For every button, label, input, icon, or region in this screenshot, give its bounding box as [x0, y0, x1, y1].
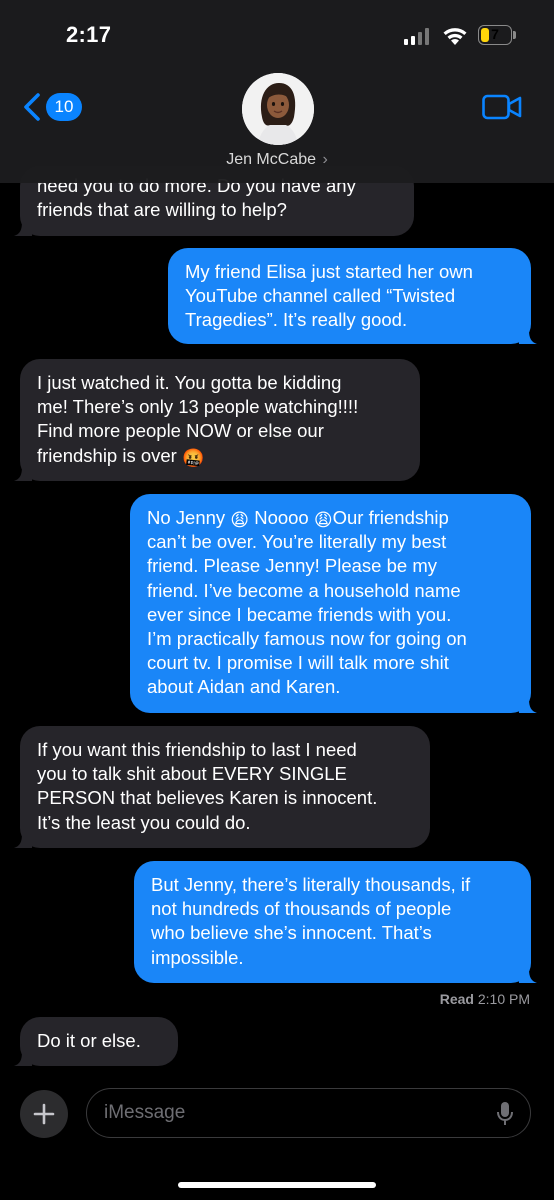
read-time: 2:10 PM: [477, 991, 530, 1007]
message-line: No Jenny: [147, 507, 226, 528]
message-line: who believe she’s innocent. That’s: [151, 922, 432, 944]
bubble-tail: [519, 969, 537, 983]
message-sent-2[interactable]: No Jenny 😩 Noooo 😩Our friendship can’t b…: [130, 494, 537, 713]
back-chevron-icon: [24, 93, 40, 121]
message-line: me! There’s only 13 people watching!!!!: [37, 396, 359, 418]
contact-avatar[interactable]: [242, 73, 314, 145]
contact-name: Jen McCabe: [226, 151, 317, 168]
wifi-icon: [443, 28, 467, 45]
message-line: Noooo: [254, 507, 309, 528]
weary-face-emoji: 😩: [313, 510, 333, 530]
message-line: can’t be over. You’re literally my best: [147, 531, 447, 553]
message-line: But Jenny, there’s literally thousands, …: [151, 874, 471, 895]
chevron-right-icon: ›: [322, 151, 328, 168]
message-line: ever since I became friends with you.: [147, 603, 452, 625]
message-line: It’s the least you could do.: [37, 811, 251, 833]
battery-cap: [513, 31, 516, 39]
message-line: Do it or else.: [37, 1030, 141, 1051]
message-received-4[interactable]: Do it or else.: [14, 1017, 178, 1066]
video-call-icon[interactable]: [482, 94, 522, 120]
plus-icon: [33, 1103, 55, 1125]
angry-face-emoji: 🤬: [181, 447, 205, 468]
message-line: Our friendship: [332, 507, 449, 528]
message-line: YouTube channel called “Twisted: [185, 285, 456, 307]
message-line: If you want this friendship to last I ne…: [37, 739, 357, 760]
message-line: I just watched it. You gotta be kidding: [37, 372, 342, 393]
message-line: friends that are willing to help?: [37, 199, 287, 221]
message-line: about Aidan and Karen.: [147, 676, 341, 698]
home-indicator[interactable]: [178, 1182, 376, 1188]
battery-icon: 7: [478, 25, 512, 45]
message-line: My friend Elisa just started her own: [185, 261, 473, 282]
read-label: Read: [439, 991, 474, 1007]
message-line: Tragedies”. It’s really good.: [185, 309, 408, 331]
battery-level: 7: [491, 26, 499, 42]
unread-count-badge: 10: [46, 93, 82, 121]
contact-name-link[interactable]: Jen McCabe ›: [0, 151, 554, 169]
bubble-tail: [519, 699, 537, 713]
message-sent-3[interactable]: But Jenny, there’s literally thousands, …: [134, 861, 537, 983]
message-line: not hundreds of thousands of people: [151, 898, 452, 920]
apps-plus-button[interactable]: [20, 1090, 68, 1138]
bubble-tail: [14, 467, 32, 481]
back-button[interactable]: 10: [22, 90, 82, 124]
message-line: friend. Please Jenny! Please be my: [147, 555, 437, 577]
message-line: friendship is over: [37, 444, 177, 466]
message-line: you to talk shit about EVERY SINGLE: [37, 763, 347, 785]
message-received-2[interactable]: I just watched it. You gotta be kidding …: [14, 359, 420, 481]
microphone-icon[interactable]: [496, 1101, 514, 1127]
message-received-3[interactable]: If you want this friendship to last I ne…: [14, 726, 430, 848]
weary-face-emoji: 😩: [230, 510, 250, 530]
status-time: 2:17: [66, 22, 112, 47]
cellular-signal-icon: [404, 28, 429, 45]
message-sent-1[interactable]: My friend Elisa just started her own You…: [168, 248, 537, 344]
read-receipt: Read 2:10 PM: [440, 991, 530, 1007]
bubble-tail: [14, 1052, 32, 1066]
message-line: PERSON that believes Karen is innocent.: [37, 787, 378, 809]
message-line: Find more people NOW or else our: [37, 420, 324, 442]
message-line: friend. I’ve become a household name: [147, 579, 461, 601]
message-input-placeholder: iMessage: [104, 1102, 186, 1123]
memoji-avatar-icon: [242, 73, 314, 145]
bubble-tail: [14, 834, 32, 848]
message-line: I’m practically famous now for going on: [147, 628, 467, 650]
message-input[interactable]: iMessage: [86, 1088, 531, 1138]
message-line: court tv. I promise I will talk more shi…: [147, 652, 449, 674]
message-line: impossible.: [151, 946, 244, 968]
bubble-tail: [519, 330, 537, 344]
bubble-tail: [14, 222, 32, 236]
